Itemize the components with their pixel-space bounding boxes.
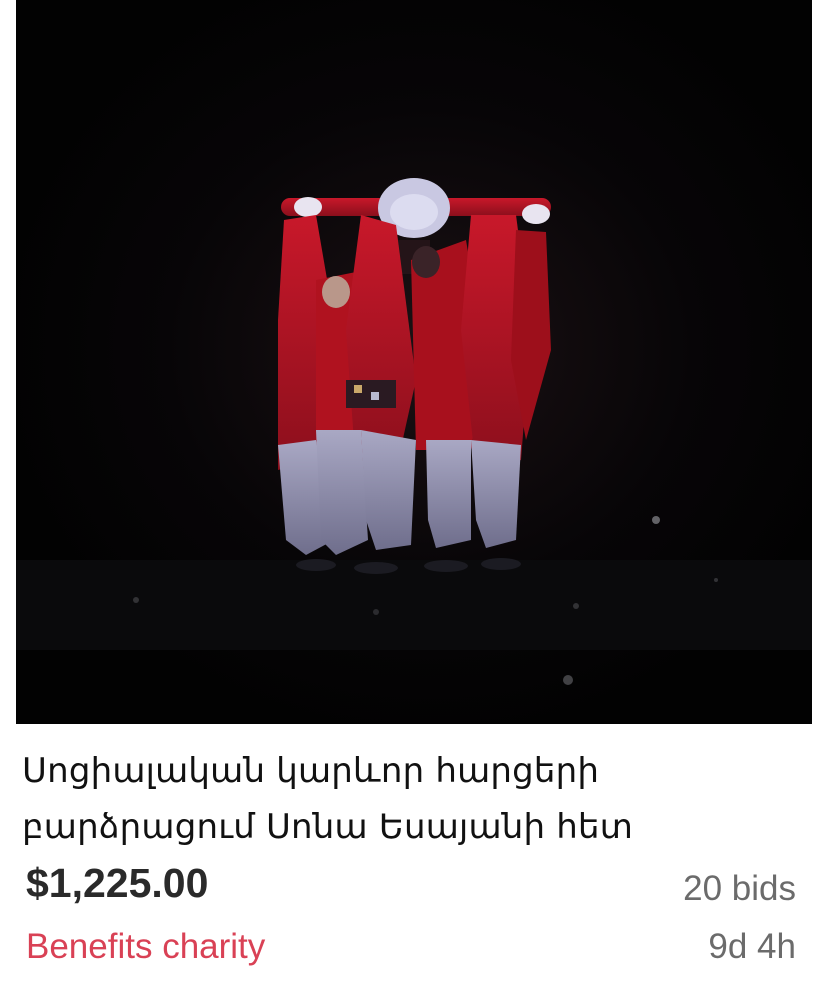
listing-card[interactable]: Սոցիալական կարևոր հարցերի բարձրացում Սոն… (0, 0, 828, 1004)
listing-photo[interactable] (16, 0, 812, 724)
current-price: $1,225.00 (26, 860, 209, 906)
time-left: 9d 4h (708, 927, 796, 966)
charity-badge[interactable]: Benefits charity (26, 923, 265, 971)
dance-performance-image (16, 0, 812, 724)
listing-title[interactable]: Սոցիալական կարևոր հարցերի բարձրացում Սոն… (22, 743, 812, 855)
bid-count: 20 bids (683, 869, 796, 908)
